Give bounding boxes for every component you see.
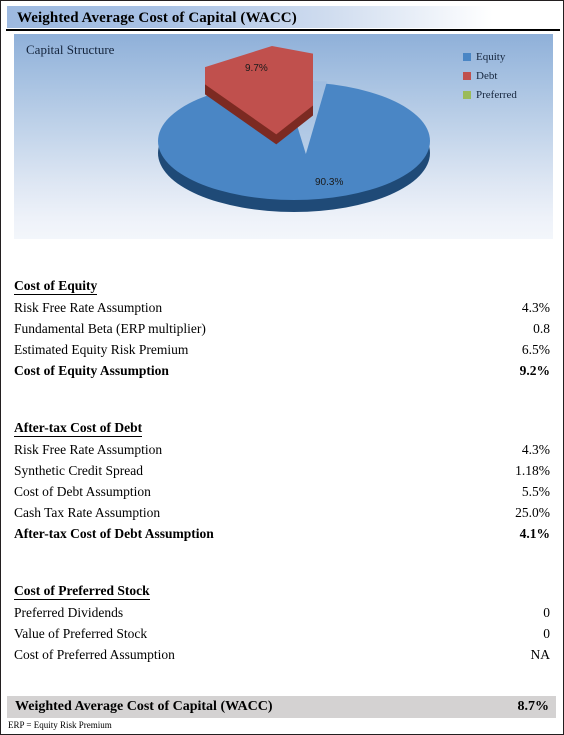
wacc-document-page: Weighted Average Cost of Capital (WACC) … [0, 0, 564, 735]
pie-graphic: 9.7% 90.3% [144, 46, 444, 236]
row-value: 4.3% [521, 442, 550, 457]
section-heading-text: Cost of Preferred Stock [14, 583, 150, 600]
row-value: 0 [543, 605, 550, 620]
legend-label-preferred: Preferred [476, 88, 517, 101]
row-value: 6.5% [521, 342, 550, 357]
document-title-band: Weighted Average Cost of Capital (WACC) [7, 6, 559, 28]
legend-label-debt: Debt [476, 69, 498, 82]
legend-swatch-equity [463, 52, 471, 61]
legend-swatch-preferred [463, 90, 471, 99]
row-value: 9.2% [519, 363, 550, 378]
row-label: Synthetic Credit Spread [14, 463, 143, 478]
row-value: 4.3% [521, 300, 550, 315]
wacc-total-label: Weighted Average Cost of Capital (WACC) [15, 699, 273, 714]
table-row: Risk Free Rate Assumption 4.3% [14, 439, 550, 460]
section-cost-of-equity: Cost of Equity Risk Free Rate Assumption… [14, 276, 550, 381]
title-divider [6, 29, 560, 31]
row-label: Value of Preferred Stock [14, 626, 148, 641]
row-label: Cash Tax Rate Assumption [14, 505, 161, 520]
table-row: Fundamental Beta (ERP multiplier) 0.8 [14, 318, 550, 339]
wacc-total-band: Weighted Average Cost of Capital (WACC) … [7, 696, 556, 718]
row-value: 1.18% [515, 463, 550, 478]
table-row: Estimated Equity Risk Premium 6.5% [14, 339, 550, 360]
table-row: Preferred Dividends 0 [14, 602, 550, 623]
row-label: Risk Free Rate Assumption [14, 442, 163, 457]
row-value: 25.0% [515, 505, 550, 520]
legend-item-preferred: Preferred [463, 85, 549, 104]
table-row: Value of Preferred Stock 0 [14, 623, 550, 644]
section-after-tax-cost-of-debt: After-tax Cost of Debt Risk Free Rate As… [14, 418, 550, 544]
footnote: ERP = Equity Risk Premium [8, 720, 112, 730]
row-value: 4.1% [519, 526, 550, 541]
row-label: Estimated Equity Risk Premium [14, 342, 189, 357]
table-row: Cost of Debt Assumption 5.5% [14, 481, 550, 502]
chart-title: Capital Structure [26, 42, 115, 57]
table-row-total: After-tax Cost of Debt Assumption 4.1% [14, 523, 550, 544]
row-label: After-tax Cost of Debt Assumption [14, 526, 214, 541]
row-label: Fundamental Beta (ERP multiplier) [14, 321, 206, 336]
section-heading: After-tax Cost of Debt [14, 418, 550, 439]
table-row-total: Cost of Equity Assumption 9.2% [14, 360, 550, 381]
wacc-total-value: 8.7% [517, 699, 550, 714]
section-heading-text: Cost of Equity [14, 278, 98, 295]
section-heading: Cost of Preferred Stock [14, 581, 550, 602]
row-label: Preferred Dividends [14, 605, 124, 620]
table-row: Cost of Preferred Assumption NA [14, 644, 550, 665]
capital-structure-chart: Capital Structure 9.7% 90.3% Equity Debt… [14, 34, 553, 239]
row-label: Cost of Equity Assumption [14, 363, 169, 378]
table-row: Cash Tax Rate Assumption 25.0% [14, 502, 550, 523]
page-title: Weighted Average Cost of Capital (WACC) [17, 10, 297, 26]
row-value: 0 [543, 626, 550, 641]
row-value: NA [530, 647, 551, 662]
row-label: Risk Free Rate Assumption [14, 300, 163, 315]
table-row: Risk Free Rate Assumption 4.3% [14, 297, 550, 318]
section-heading: Cost of Equity [14, 276, 550, 297]
row-value: 5.5% [521, 484, 550, 499]
legend-label-equity: Equity [476, 50, 506, 63]
section-heading-text: After-tax Cost of Debt [14, 420, 143, 437]
table-row: Synthetic Credit Spread 1.18% [14, 460, 550, 481]
legend-item-equity: Equity [463, 47, 549, 66]
chart-legend: Equity Debt Preferred [463, 47, 549, 104]
row-label: Cost of Debt Assumption [14, 484, 151, 499]
pie-label-debt: 9.7% [245, 63, 268, 74]
legend-swatch-debt [463, 71, 471, 80]
row-value: 0.8 [533, 321, 550, 336]
pie-label-equity: 90.3% [315, 177, 344, 188]
legend-item-debt: Debt [463, 66, 549, 85]
row-label: Cost of Preferred Assumption [14, 647, 175, 662]
section-cost-of-preferred-stock: Cost of Preferred Stock Preferred Divide… [14, 581, 550, 665]
